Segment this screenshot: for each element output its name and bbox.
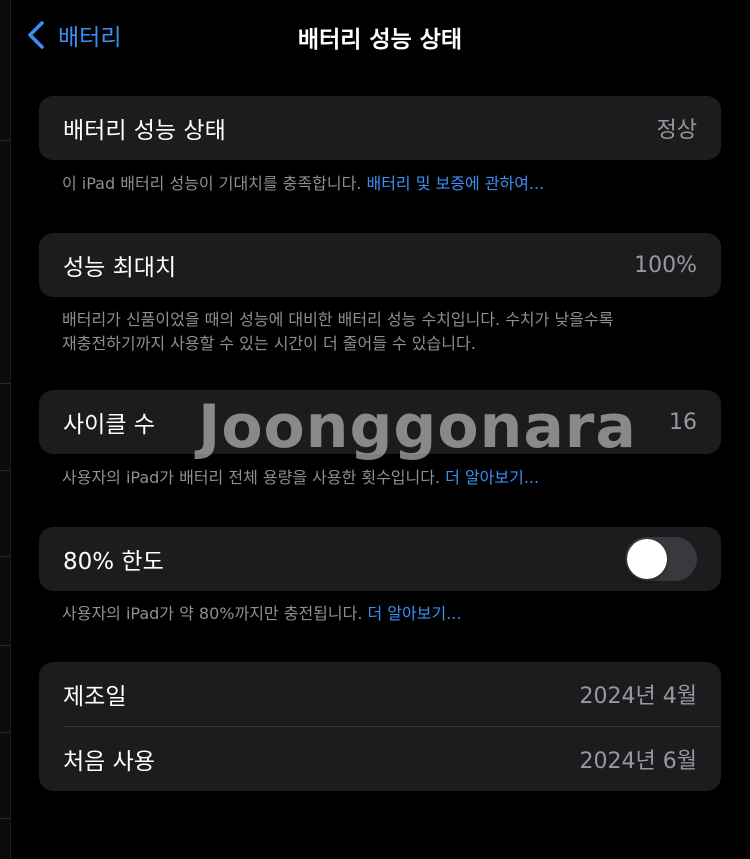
manufacture-date-label: 제조일	[63, 684, 127, 710]
rail-divider	[0, 732, 10, 733]
maximum-capacity-label: 성능 최대치	[63, 255, 177, 281]
battery-health-value: 정상	[656, 118, 697, 143]
battery-health-screen: 배터리 배터리 성능 상태 배터리 성능 상태 정상 이 iPad 배터리 성능…	[0, 0, 750, 859]
charge-limit-row: 80% 한도	[39, 527, 721, 591]
manufacture-date-row: 제조일 2024년 4월	[39, 662, 721, 726]
first-use-row: 처음 사용 2024년 6월	[39, 727, 721, 791]
maximum-capacity-value: 100%	[634, 252, 697, 278]
maximum-capacity-footnote-line1: 배터리가 신품이었을 때의 성능에 대비한 배터리 성능 수치입니다. 수치가 …	[62, 310, 614, 329]
charge-limit-footnote: 사용자의 iPad가 약 80%까지만 충전됩니다. 더 알아보기...	[62, 602, 702, 626]
rail-divider	[0, 470, 10, 471]
maximum-capacity-footnote-line2: 재충전하기까지 사용할 수 있는 시간이 더 줄어들 수 있습니다.	[62, 334, 476, 353]
battery-health-footnote-text: 이 iPad 배터리 성능이 기대치를 충족합니다.	[62, 174, 367, 193]
cycle-count-group: 사이클 수 16	[39, 390, 721, 454]
charge-limit-toggle[interactable]	[625, 537, 697, 581]
battery-health-footnote: 이 iPad 배터리 성능이 기대치를 충족합니다. 배터리 및 보증에 관하여…	[62, 172, 702, 196]
navigation-bar: 배터리 배터리 성능 상태	[0, 0, 750, 70]
maximum-capacity-group: 성능 최대치 100%	[39, 233, 721, 297]
battery-health-label: 배터리 성능 상태	[63, 118, 226, 144]
manufacture-date-value: 2024년 4월	[579, 684, 697, 709]
page-title: 배터리 성능 상태	[297, 27, 463, 53]
cycle-count-label: 사이클 수	[63, 412, 155, 438]
maximum-capacity-row: 성능 최대치 100%	[39, 233, 721, 297]
cycle-count-footnote: 사용자의 iPad가 배터리 전체 용량을 사용한 횟수입니다. 더 알아보기.…	[62, 466, 702, 490]
maximum-capacity-footnote: 배터리가 신품이었을 때의 성능에 대비한 배터리 성능 수치입니다. 수치가 …	[62, 308, 702, 356]
battery-health-group: 배터리 성능 상태 정상	[39, 96, 721, 160]
battery-warranty-link[interactable]: 배터리 및 보증에 관하여...	[366, 174, 544, 193]
rail-divider	[0, 140, 10, 141]
charge-limit-footnote-text: 사용자의 iPad가 약 80%까지만 충전됩니다.	[62, 604, 368, 623]
rail-divider	[0, 818, 10, 819]
battery-health-row: 배터리 성능 상태 정상	[39, 96, 721, 160]
cycle-count-value: 16	[669, 409, 697, 435]
rail-divider	[0, 645, 10, 646]
rail-divider	[0, 383, 10, 384]
sidebar-edge	[0, 0, 11, 859]
rail-divider	[0, 556, 10, 557]
toggle-knob	[627, 539, 667, 579]
charge-limit-label: 80% 한도	[63, 549, 164, 575]
cycle-count-row: 사이클 수 16	[39, 390, 721, 454]
charge-limit-learn-more-link[interactable]: 더 알아보기...	[368, 604, 462, 623]
first-use-label: 처음 사용	[63, 749, 155, 775]
cycle-count-learn-more-link[interactable]: 더 알아보기...	[445, 468, 539, 487]
cycle-count-footnote-text: 사용자의 iPad가 배터리 전체 용량을 사용한 횟수입니다.	[62, 468, 446, 487]
charge-limit-group: 80% 한도	[39, 527, 721, 591]
first-use-value: 2024년 6월	[579, 749, 697, 774]
battery-dates-group: 제조일 2024년 4월 처음 사용 2024년 6월	[39, 662, 721, 791]
